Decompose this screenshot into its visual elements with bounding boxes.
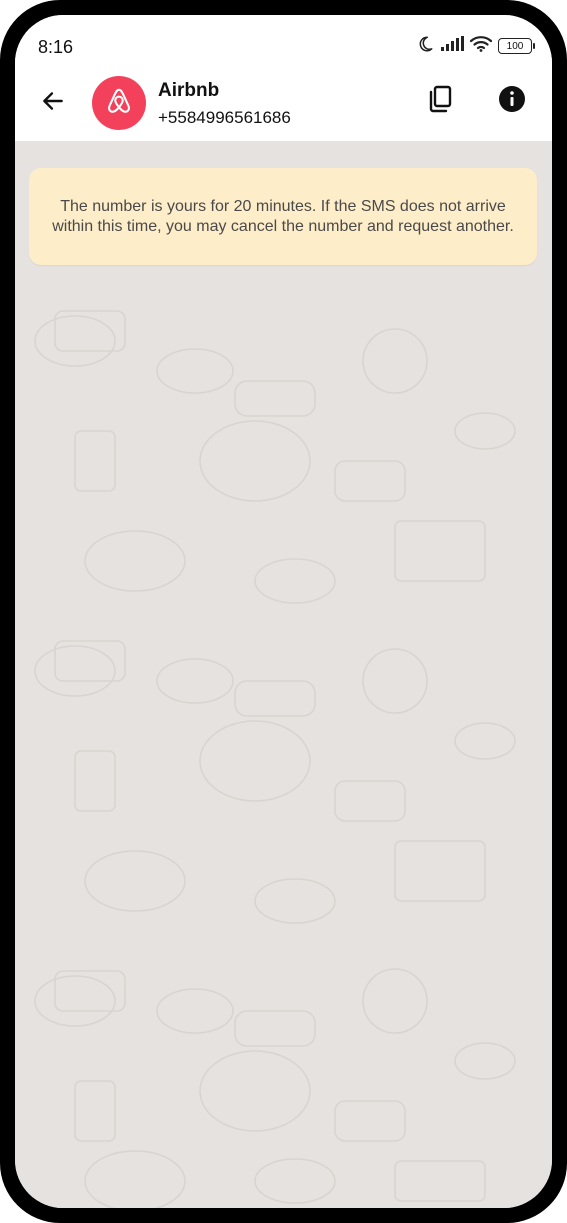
- battery-icon: 100: [498, 38, 535, 54]
- back-button[interactable]: [35, 85, 71, 121]
- info-icon: [498, 85, 526, 118]
- status-time: 8:16: [38, 37, 74, 57]
- chat-background-pattern: [34, 310, 516, 1208]
- status-bar: 8:16 100: [15, 15, 552, 75]
- moon-icon: [416, 35, 434, 58]
- airbnb-logo-icon: [104, 86, 134, 121]
- notice-text: The number is yours for 20 minutes. If t…: [52, 197, 514, 235]
- info-button[interactable]: [495, 84, 529, 118]
- chat-area: The number is yours for 20 minutes. If t…: [15, 141, 552, 1208]
- screen: 8:16 100 Airbnb +5584996561686 The numbe…: [15, 15, 552, 1208]
- status-icons: 100: [416, 35, 535, 58]
- arrow-left-icon: [40, 88, 66, 119]
- contact-name: Airbnb: [158, 80, 220, 101]
- avatar: [92, 76, 146, 130]
- chat-header: Airbnb +5584996561686: [15, 75, 552, 141]
- wifi-icon: [469, 35, 493, 57]
- phone-number: +5584996561686: [158, 108, 291, 127]
- copy-icon: [427, 85, 453, 118]
- copy-button[interactable]: [423, 84, 457, 118]
- notice-message: The number is yours for 20 minutes. If t…: [29, 168, 537, 265]
- phone-frame: 8:16 100 Airbnb +5584996561686 The numbe…: [0, 0, 567, 1223]
- signal-icon: [440, 35, 464, 57]
